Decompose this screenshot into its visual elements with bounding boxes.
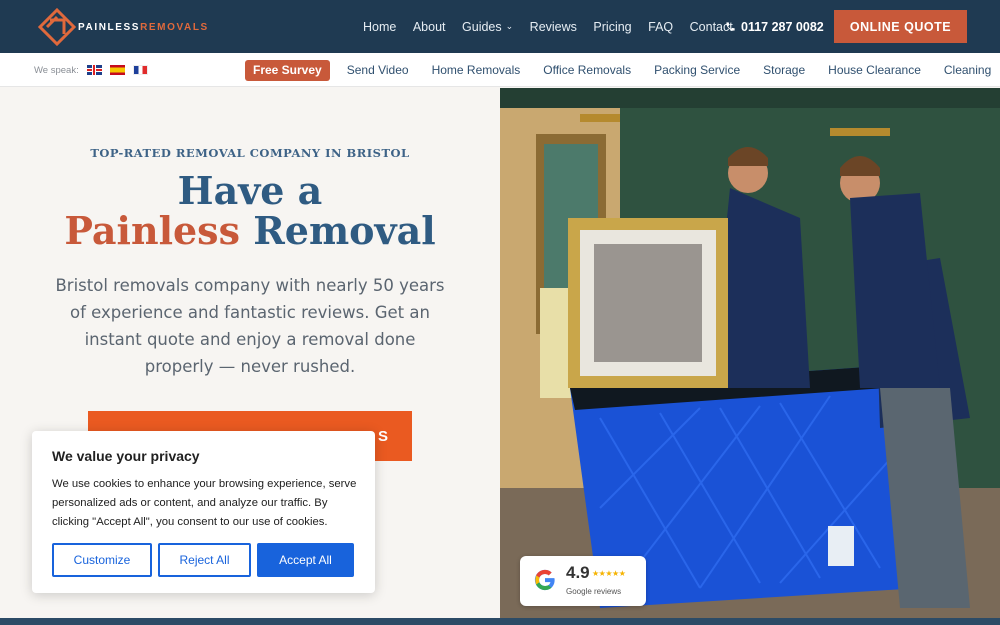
online-quote-button[interactable]: ONLINE QUOTE: [834, 10, 967, 43]
link-storage[interactable]: Storage: [763, 63, 805, 77]
link-house-clearance[interactable]: House Clearance: [828, 63, 921, 77]
phone-number: 0117 287 0082: [741, 19, 824, 34]
nav-guides[interactable]: Guides ⌄: [462, 20, 513, 34]
logo[interactable]: PAINLESSREMOVALS: [38, 8, 209, 46]
logo-word-painless: PAINLESS: [78, 21, 141, 33]
hero-lead: Bristol removals company with nearly 50 …: [55, 276, 445, 376]
cookie-customize-button[interactable]: Customize: [52, 543, 152, 577]
link-send-video[interactable]: Send Video: [347, 63, 409, 77]
nav-about[interactable]: About: [413, 20, 446, 34]
review-rating: 4.9: [566, 563, 590, 582]
link-office-removals[interactable]: Office Removals: [543, 63, 631, 77]
france-flag-icon[interactable]: [132, 65, 148, 75]
free-survey-button[interactable]: Free Survey: [245, 59, 330, 81]
hero-cta-fragment: S: [377, 427, 388, 445]
link-cleaning[interactable]: Cleaning: [944, 63, 991, 77]
section-divider: [0, 618, 1000, 625]
nav-reviews[interactable]: Reviews: [530, 20, 577, 34]
cookie-title: We value your privacy: [52, 448, 200, 464]
nav-home[interactable]: Home: [363, 20, 396, 34]
secondary-nav-bar: We speak: Free Survey Send Video Home Re…: [0, 53, 1000, 87]
link-home-removals[interactable]: Home Removals: [432, 63, 521, 77]
movers-photo-illustration: [500, 88, 1000, 618]
cookie-consent-dialog: We value your privacy We use cookies to …: [32, 431, 375, 593]
google-logo-icon: [534, 569, 555, 591]
hero-title-line2: Painless Removal: [0, 208, 500, 253]
service-links: Free Survey Send Video Home Removals Off…: [245, 53, 991, 87]
star-rating-icon: ★★★★★: [592, 569, 626, 578]
link-packing-service[interactable]: Packing Service: [654, 63, 740, 77]
hero-title-rest: Removal: [253, 208, 436, 253]
review-source-label: Google reviews: [566, 587, 622, 596]
main-nav: Home About Guides ⌄ Reviews Pricing FAQ C…: [363, 0, 749, 53]
uk-flag-icon[interactable]: [86, 65, 102, 75]
google-review-badge[interactable]: 4.9 ★★★★★ Google reviews: [520, 556, 646, 606]
nav-pricing[interactable]: Pricing: [593, 20, 631, 34]
phone-link[interactable]: 0117 287 0082: [725, 0, 824, 53]
cookie-accept-button[interactable]: Accept All: [257, 543, 354, 577]
cookie-body: We use cookies to enhance your browsing …: [52, 478, 357, 528]
nav-guides-label: Guides: [462, 19, 502, 34]
hero-eyebrow: TOP-RATED REMOVAL COMPANY IN BRISTOL: [90, 146, 410, 160]
hero-title-accent: Painless: [64, 208, 240, 253]
spain-flag-icon[interactable]: [109, 65, 125, 75]
logo-word-removals: REMOVALS: [140, 21, 209, 33]
cookie-reject-button[interactable]: Reject All: [158, 543, 251, 577]
top-navbar: PAINLESSREMOVALS Home About Guides ⌄ Revi…: [0, 0, 1000, 53]
language-selector: We speak:: [34, 53, 148, 87]
logo-icon: [38, 8, 76, 46]
chevron-down-icon: ⌄: [505, 21, 514, 31]
nav-faq[interactable]: FAQ: [648, 20, 673, 34]
hero-title-line1: Have a: [177, 168, 323, 213]
phone-icon: [726, 22, 735, 31]
we-speak-label: We speak:: [34, 64, 79, 76]
hero-photo: [500, 88, 1000, 618]
